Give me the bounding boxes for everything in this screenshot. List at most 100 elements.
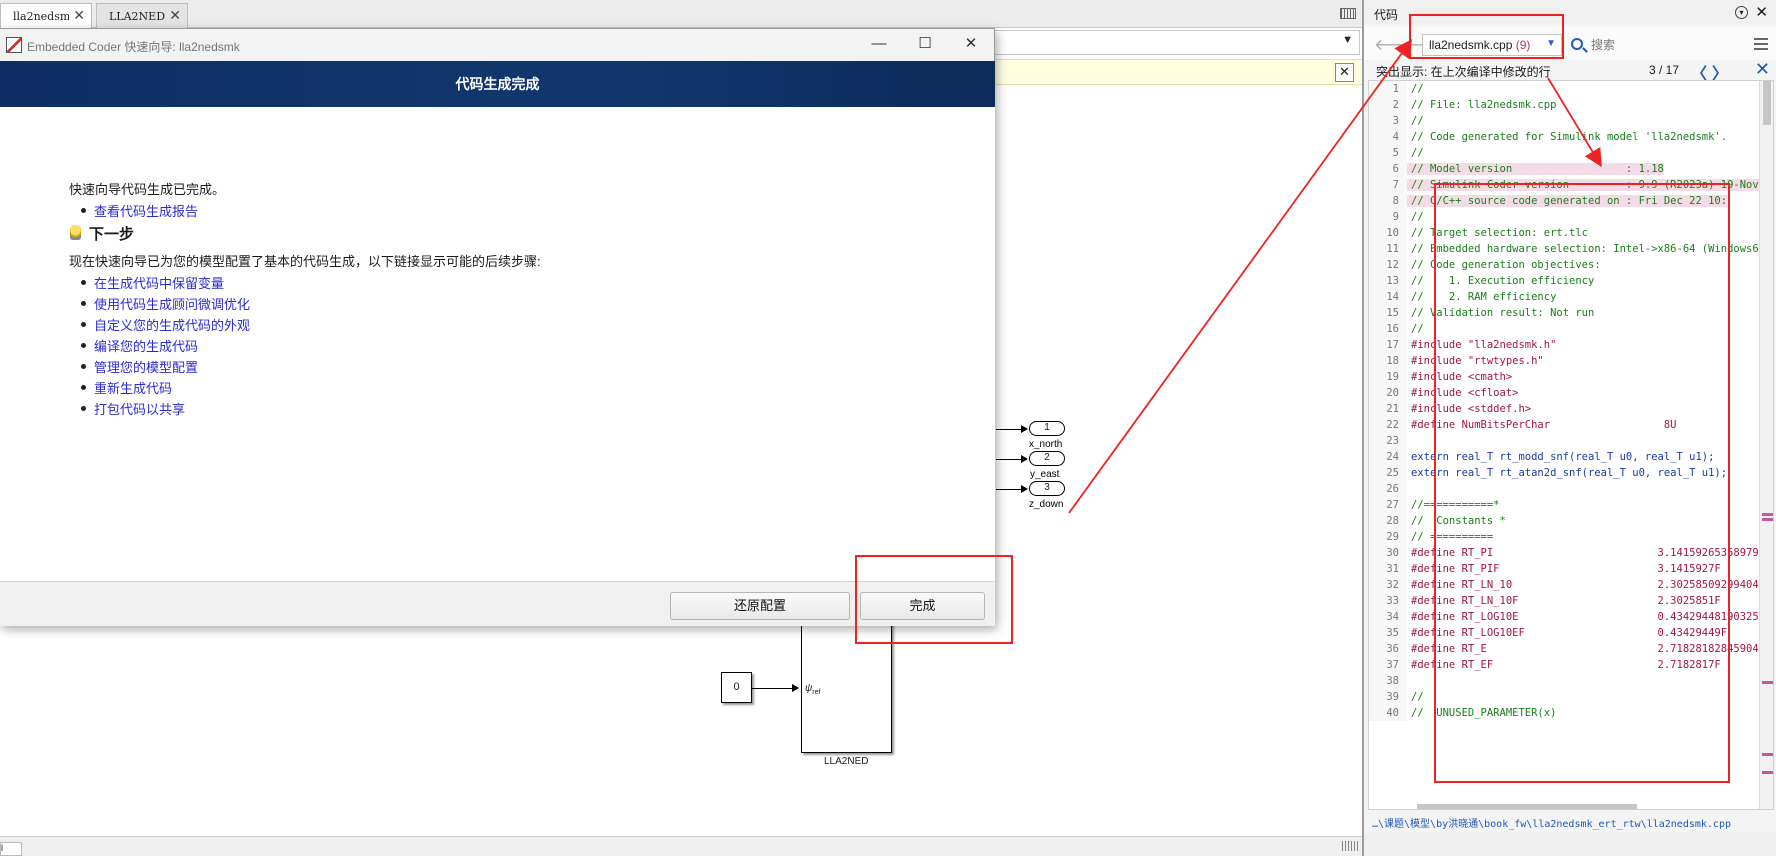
- code-text: //: [1411, 323, 1424, 335]
- menu-icon[interactable]: [1754, 38, 1768, 50]
- close-icon[interactable]: ✕: [169, 8, 181, 24]
- close-icon[interactable]: ✕: [1755, 3, 1768, 21]
- line-number[interactable]: 31: [1369, 561, 1407, 577]
- line-number[interactable]: 23: [1369, 433, 1407, 449]
- line-number[interactable]: 14: [1369, 289, 1407, 305]
- line-number[interactable]: 3: [1369, 113, 1407, 129]
- horizontal-scrollbar[interactable]: [1417, 804, 1637, 809]
- constant-block[interactable]: 0: [721, 672, 752, 703]
- line-number[interactable]: 18: [1369, 353, 1407, 369]
- highlight-label: 突出显示: 在上次编译中修改的行: [1376, 65, 1551, 79]
- view-report-link[interactable]: 查看代码生成报告: [94, 204, 198, 219]
- scrollbar-thumb[interactable]: [1763, 81, 1771, 125]
- next-step-link[interactable]: 管理您的模型配置: [94, 360, 198, 375]
- line-number[interactable]: 4: [1369, 129, 1407, 145]
- change-marker: [1762, 513, 1773, 516]
- code-line[interactable]: 5 //: [1369, 145, 1757, 161]
- signal-line[interactable]: [996, 489, 1021, 490]
- next-step-link[interactable]: 自定义您的生成代码的外观: [94, 318, 250, 333]
- line-number[interactable]: 25: [1369, 465, 1407, 481]
- line-number[interactable]: 7: [1369, 177, 1407, 193]
- next-step-link[interactable]: 编译您的生成代码: [94, 339, 198, 354]
- line-number[interactable]: 32: [1369, 577, 1407, 593]
- line-number[interactable]: 17: [1369, 337, 1407, 353]
- dialog-titlebar[interactable]: Embedded Coder 快速向导: lla2nedsmk — ☐ ✕: [0, 29, 994, 61]
- file-path[interactable]: …\课题\模型\by洪晓通\book_fw\lla2nedsmk_ert_rtw…: [1364, 812, 1776, 830]
- line-number[interactable]: 13: [1369, 273, 1407, 289]
- next-steps-list: 在生成代码中保留变量 使用代码生成顾问微调优化 自定义您的生成代码的外观 编译您…: [78, 273, 250, 420]
- line-number[interactable]: 12: [1369, 257, 1407, 273]
- line-number[interactable]: 2: [1369, 97, 1407, 113]
- line-number[interactable]: 8: [1369, 193, 1407, 209]
- code-text: //: [1411, 115, 1424, 127]
- close-icon[interactable]: ✕: [73, 8, 85, 24]
- close-button[interactable]: ✕: [948, 31, 994, 59]
- line-number[interactable]: 19: [1369, 369, 1407, 385]
- code-line[interactable]: 3 //: [1369, 113, 1757, 129]
- line-number[interactable]: 16: [1369, 321, 1407, 337]
- search-input[interactable]: [1587, 34, 1747, 56]
- line-number[interactable]: 27: [1369, 497, 1407, 513]
- line-number[interactable]: 34: [1369, 609, 1407, 625]
- line-number[interactable]: 22: [1369, 417, 1407, 433]
- model-tabbar: lla2nedsmk ✕ LLA2NED ✕: [0, 0, 1362, 29]
- line-number[interactable]: 36: [1369, 641, 1407, 657]
- line-number[interactable]: 29: [1369, 529, 1407, 545]
- code-line[interactable]: 4 // Code generated for Simulink model 'l…: [1369, 129, 1757, 145]
- line-number[interactable]: 5: [1369, 145, 1407, 161]
- line-number[interactable]: 38: [1369, 673, 1407, 689]
- vertical-scrollbar[interactable]: [1759, 81, 1773, 809]
- line-number[interactable]: 24: [1369, 449, 1407, 465]
- signal-line[interactable]: [752, 688, 792, 689]
- code-panel-title: 代码: [1374, 8, 1399, 22]
- side-panel-handle[interactable]: l: [0, 842, 22, 856]
- model-address-bar[interactable]: ▼: [994, 30, 1360, 55]
- signal-line[interactable]: [996, 429, 1021, 430]
- line-number[interactable]: 26: [1369, 481, 1407, 497]
- close-notification-button[interactable]: ✕: [1335, 63, 1354, 82]
- resize-grip-icon[interactable]: [1342, 841, 1358, 851]
- restore-config-button[interactable]: 还原配置: [670, 592, 850, 620]
- outport-block[interactable]: 1: [1029, 421, 1065, 436]
- search-icon[interactable]: [1571, 38, 1583, 50]
- outport-block[interactable]: 2: [1029, 451, 1065, 466]
- next-step-link[interactable]: 打包代码以共享: [94, 402, 185, 417]
- line-number[interactable]: 15: [1369, 305, 1407, 321]
- line-number[interactable]: 1: [1369, 81, 1407, 97]
- line-number[interactable]: 39: [1369, 689, 1407, 705]
- outport-block[interactable]: 3: [1029, 481, 1065, 496]
- arrow-head-icon: [1021, 455, 1028, 463]
- maximize-button[interactable]: ☐: [902, 31, 948, 59]
- panel-menu-icon[interactable]: ▾: [1735, 6, 1748, 19]
- signal-line[interactable]: [996, 459, 1021, 460]
- close-highlight-icon[interactable]: ✕: [1755, 59, 1770, 80]
- line-number[interactable]: 33: [1369, 593, 1407, 609]
- line-number[interactable]: 21: [1369, 401, 1407, 417]
- next-step-link[interactable]: 使用代码生成顾问微调优化: [94, 297, 250, 312]
- line-number[interactable]: 30: [1369, 545, 1407, 561]
- tab-list-icon[interactable]: [1340, 8, 1356, 19]
- tab-lla2nedsmk[interactable]: lla2nedsmk ✕: [0, 3, 92, 29]
- code-text: //: [1411, 83, 1424, 95]
- arrow-head-icon: [1021, 485, 1028, 493]
- next-step-link[interactable]: 在生成代码中保留变量: [94, 276, 224, 291]
- line-number[interactable]: 35: [1369, 625, 1407, 641]
- line-number[interactable]: 37: [1369, 657, 1407, 673]
- line-number[interactable]: 9: [1369, 209, 1407, 225]
- tab-label: lla2nedsmk: [13, 10, 69, 23]
- next-step-link[interactable]: 重新生成代码: [94, 381, 172, 396]
- code-line[interactable]: 6// Model version : 1.18: [1369, 161, 1757, 177]
- line-number[interactable]: 11: [1369, 241, 1407, 257]
- line-number[interactable]: 6: [1369, 161, 1407, 177]
- line-number[interactable]: 10: [1369, 225, 1407, 241]
- minimize-button[interactable]: —: [856, 31, 902, 59]
- code-line[interactable]: 1 //: [1369, 81, 1757, 97]
- chevron-down-icon[interactable]: ▼: [1342, 34, 1353, 46]
- line-number[interactable]: 28: [1369, 513, 1407, 529]
- line-number[interactable]: 40: [1369, 705, 1407, 721]
- change-marker: [1762, 771, 1773, 774]
- line-number[interactable]: 20: [1369, 385, 1407, 401]
- code-line[interactable]: 2 // File: lla2nedsmk.cpp: [1369, 97, 1757, 113]
- tab-lla2ned[interactable]: LLA2NED ✕: [96, 3, 188, 28]
